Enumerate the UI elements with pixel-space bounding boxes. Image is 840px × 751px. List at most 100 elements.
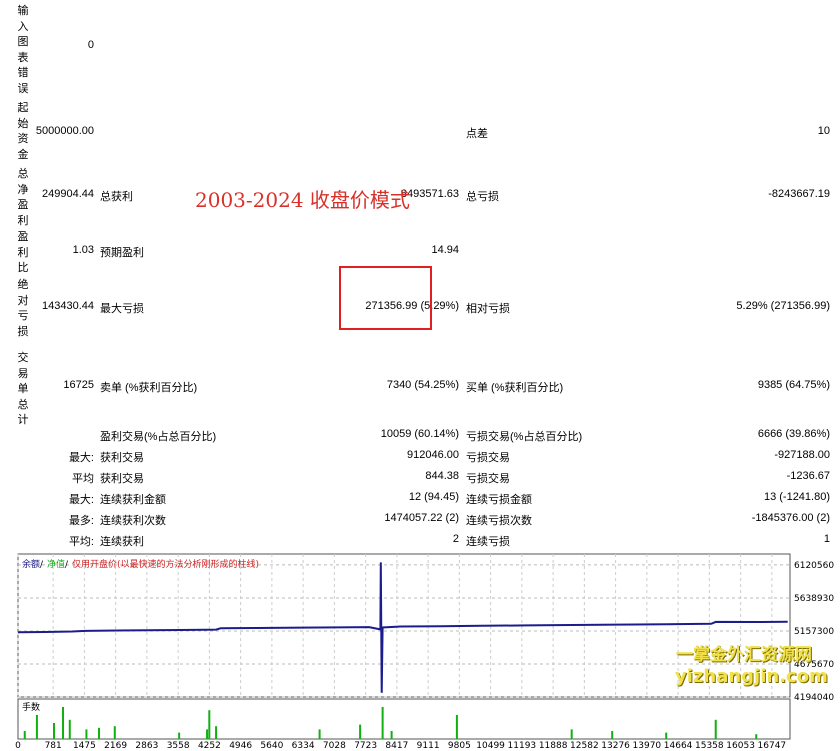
volume-bar [359, 724, 362, 739]
max-consecutive-wins-value: 12 (94.45) [408, 491, 459, 503]
x-tick-label: 2863 [135, 741, 158, 751]
x-tick-label: 14664 [664, 741, 693, 751]
max-consecutive-losses-label: 连续亏损金额 [466, 494, 532, 506]
x-tick-label: 3558 [167, 741, 190, 751]
largest-profit-value: 912046.00 [407, 449, 459, 461]
x-tick-label: 9805 [448, 741, 471, 751]
y-tick-label: 6120560 [794, 561, 834, 571]
watermark-url: yizhangjin.com [675, 666, 828, 687]
y-tick-label: 5638930 [794, 594, 834, 604]
max-prefix: 最大: [68, 494, 94, 506]
y-tick-label: 5157300 [794, 627, 834, 637]
volume-label: 手数 [22, 701, 40, 713]
volume-bar [665, 732, 668, 739]
largest-profit-label: 获利交易 [100, 452, 144, 464]
largest-loss-label: 亏损交易 [466, 452, 510, 464]
largest-loss-value: -927188.00 [774, 449, 830, 461]
max-drawdown-label: 最大亏损 [100, 303, 144, 315]
loss-trades-value: 6666 (39.86%) [757, 428, 830, 440]
x-tick-label: 8417 [385, 741, 408, 751]
label-profit-factor: 盈利比 [17, 231, 29, 274]
volume-bar [85, 729, 88, 739]
volume-bar [455, 715, 458, 739]
volume-bar [714, 719, 717, 739]
average-consecutive-wins-value: 2 [452, 533, 459, 545]
average-profit-label: 获利交易 [100, 473, 144, 485]
spread-value: 10 [817, 125, 830, 137]
maximal-consecutive-profit-value: 1474057.22 (2) [384, 512, 459, 524]
maximal-consecutive-profit-label: 连续获利次数 [100, 515, 166, 527]
gross-profit-label: 总获利 [100, 191, 133, 203]
relative-drawdown-value: 5.29% (271356.99) [736, 300, 830, 312]
largest-prefix: 最大: [68, 452, 94, 464]
x-tick-label: 15358 [695, 741, 724, 751]
label-input-chart-errors: 输入图表错误 [17, 5, 29, 95]
max-consecutive-wins-label: 连续获利金额 [100, 494, 166, 506]
x-tick-label: 4946 [229, 741, 252, 751]
x-tick-label: 16053 [726, 741, 755, 751]
x-tick-label: 1475 [73, 741, 96, 751]
x-tick-label: 0 [15, 741, 21, 751]
value-initial-deposit: 5000000.00 [35, 125, 94, 137]
long-positions-label: 买单 (%获利百分比) [466, 382, 564, 394]
label-absolute-drawdown: 绝对亏损 [17, 279, 29, 338]
label-initial-deposit: 起始资金 [17, 102, 29, 161]
profit-trades-label: 盈利交易(%占总百分比) [100, 431, 217, 443]
volume-bar [113, 726, 116, 739]
value-absolute-drawdown: 143430.44 [42, 300, 94, 312]
volume-bar [35, 715, 38, 739]
relative-drawdown-label: 相对亏损 [466, 303, 510, 315]
average-loss-value: -1236.67 [786, 470, 830, 482]
max-consecutive-losses-value: 13 (-1241.80) [763, 491, 830, 503]
x-tick-label: 16747 [758, 741, 787, 751]
volume-bar [318, 729, 321, 739]
highlight-box [339, 266, 432, 330]
legend-note: 仅用开盘价(以最快速的方法分析刚形成的柱线) [72, 558, 259, 570]
average-profit-value: 844.38 [425, 470, 459, 482]
average-consecutive-wins-label: 连续获利 [100, 536, 144, 548]
x-tick-label: 13970 [633, 741, 662, 751]
gross-loss-value: -8243667.19 [768, 188, 830, 200]
value-profit-factor: 1.03 [72, 244, 94, 256]
label-total-net-profit: 总净盈利 [17, 168, 29, 227]
loss-trades-label: 亏损交易(%占总百分比) [466, 431, 583, 443]
value-total-trades: 16725 [63, 379, 94, 391]
watermark-cn: 一掌金外汇资源网 [676, 645, 812, 665]
volume-bar [570, 729, 573, 739]
short-positions-label: 卖单 (%获利百分比) [100, 382, 198, 394]
average-consecutive-losses-label: 连续亏损 [466, 536, 510, 548]
x-tick-label: 6334 [292, 741, 315, 751]
average-consecutive-losses-value: 1 [823, 533, 830, 545]
volume-bar [53, 723, 56, 739]
volume-bar [68, 719, 71, 739]
value-chart-errors: 0 [87, 39, 94, 51]
x-tick-label: 7723 [354, 741, 377, 751]
long-positions-value: 9385 (64.75%) [757, 379, 830, 391]
volume-bar [381, 707, 384, 739]
spread-label: 点差 [466, 128, 488, 140]
label-total-trades: 交易单总计 [17, 352, 29, 426]
profit-trades-value: 10059 (60.14%) [380, 428, 459, 440]
volume-bar [23, 731, 26, 739]
legend-balance: 余额 [22, 558, 40, 570]
average-prefix: 平均 [72, 473, 94, 485]
x-tick-label: 7028 [323, 741, 346, 751]
average-loss-label: 亏损交易 [466, 473, 510, 485]
volume-bar [98, 727, 101, 739]
volume-bar [215, 726, 218, 739]
x-tick-label: 2169 [104, 741, 127, 751]
value-net-profit: 249904.44 [42, 188, 94, 200]
volume-bar [611, 731, 614, 739]
volume-bar [208, 710, 211, 739]
x-tick-label: 13276 [601, 741, 630, 751]
expected-payoff-value: 14.94 [431, 244, 459, 256]
legend-equity: 净值 [47, 558, 65, 570]
x-tick-label: 11193 [508, 741, 537, 751]
x-tick-label: 9111 [417, 741, 440, 751]
volume-bar [206, 729, 209, 739]
volume-bar [62, 707, 65, 739]
short-positions-value: 7340 (54.25%) [386, 379, 459, 391]
x-tick-label: 11888 [539, 741, 568, 751]
y-tick-label: 4194040 [794, 693, 834, 703]
volume-plot-frame [17, 698, 791, 740]
